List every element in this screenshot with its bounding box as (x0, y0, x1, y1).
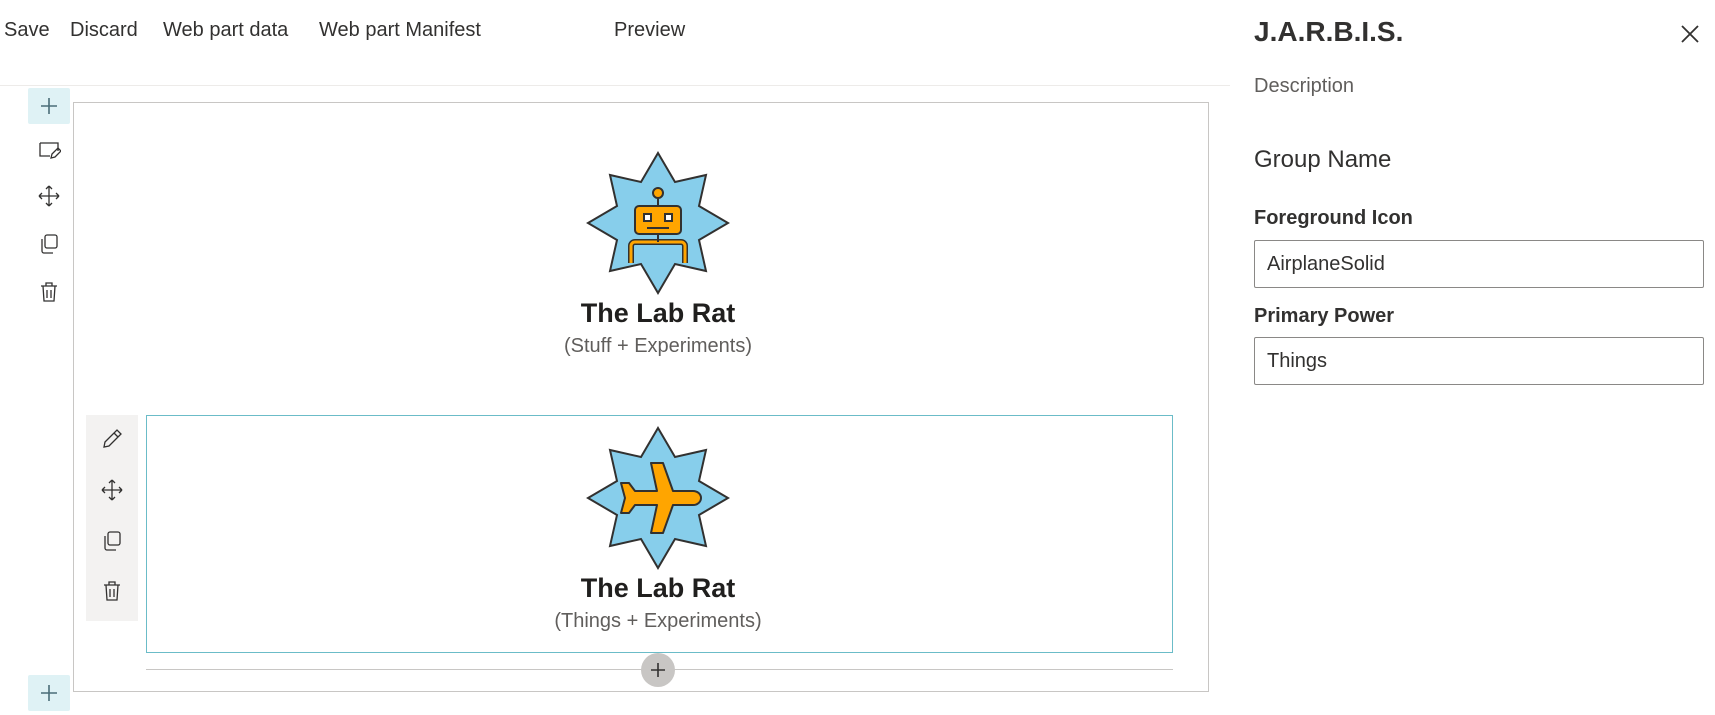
discard-button[interactable]: Discard (70, 19, 138, 42)
trash-icon (104, 581, 120, 601)
trash-icon (41, 282, 57, 302)
add-section-button[interactable] (28, 88, 70, 124)
plus-icon (41, 685, 57, 701)
duplicate-section-button[interactable] (28, 226, 70, 262)
preview-button[interactable]: Preview (614, 19, 685, 42)
move-web-part-button[interactable] (91, 472, 133, 508)
web-part-subtitle: (Stuff + Experiments) (563, 335, 753, 357)
command-bar: Save Discard Web part data Web part Mani… (0, 0, 1230, 86)
duplicate-web-part-button[interactable] (91, 523, 133, 559)
close-pane-button[interactable] (1676, 20, 1704, 48)
primary-power-field[interactable] (1254, 337, 1704, 385)
copy-icon (104, 531, 121, 551)
copy-icon (41, 234, 58, 254)
save-button[interactable]: Save (4, 19, 50, 42)
edit-web-part-button[interactable] (91, 421, 133, 457)
airplane-icon (586, 426, 730, 570)
web-part-1[interactable]: The Lab Rat (Stuff + Experiments) (503, 148, 813, 358)
panel-title: J.A.R.B.I.S. (1254, 16, 1404, 47)
move-icon (38, 185, 60, 207)
web-part-2[interactable]: The Lab Rat (Things + Experiments) (503, 423, 813, 633)
web-part-data-button[interactable]: Web part data (163, 19, 288, 42)
web-part-subtitle: (Things + Experiments) (554, 610, 762, 632)
web-part-title: The Lab Rat (580, 298, 736, 328)
move-section-button[interactable] (28, 178, 70, 214)
edit-section-button[interactable] (28, 132, 70, 168)
close-icon (1681, 25, 1699, 43)
edit-section-icon (39, 142, 61, 159)
foreground-icon-field[interactable] (1254, 240, 1704, 288)
primary-power-label: Primary Power (1254, 305, 1395, 327)
add-web-part-button[interactable] (641, 653, 675, 687)
delete-web-part-button[interactable] (91, 573, 133, 609)
add-section-bottom-button[interactable] (28, 675, 70, 711)
foreground-icon-label: Foreground Icon (1254, 207, 1413, 229)
pencil-icon (103, 429, 122, 448)
delete-section-button[interactable] (28, 274, 70, 310)
web-part-manifest-button[interactable]: Web part Manifest (319, 19, 481, 42)
property-pane: J.A.R.B.I.S. Description Group Name Fore… (1230, 0, 1715, 715)
panel-description: Description (1254, 75, 1355, 97)
plus-icon (651, 663, 665, 677)
move-icon (101, 479, 123, 501)
web-part-title: The Lab Rat (580, 573, 736, 603)
web-part-toolbar (86, 415, 138, 621)
group-name: Group Name (1254, 146, 1392, 173)
robot-icon (586, 151, 730, 295)
plus-icon (41, 98, 57, 114)
